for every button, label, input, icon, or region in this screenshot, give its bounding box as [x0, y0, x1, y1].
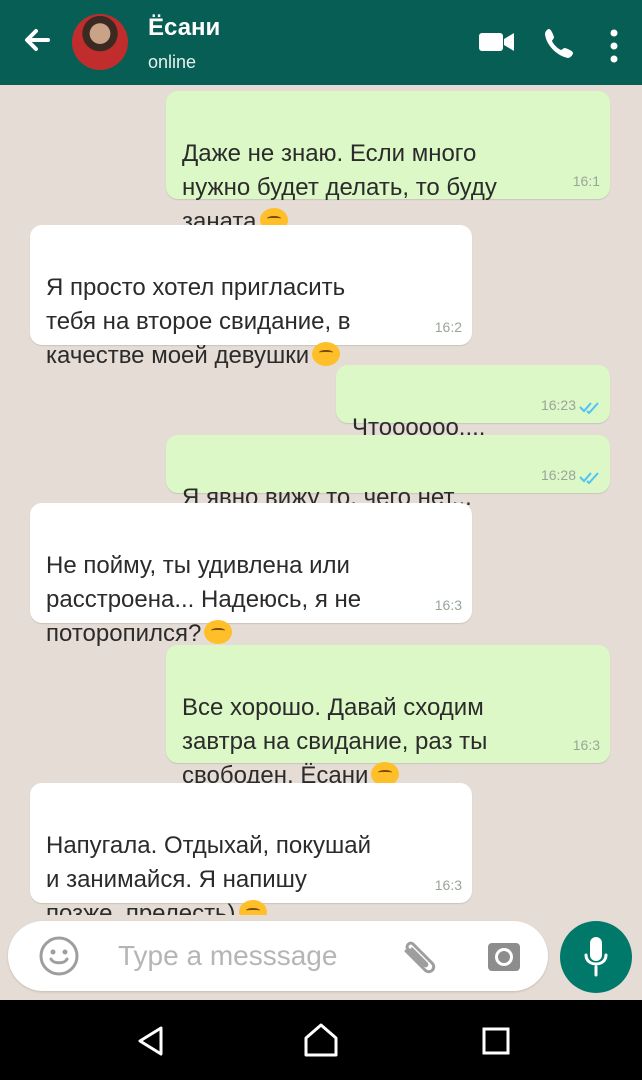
phone-call-icon[interactable]	[542, 26, 576, 60]
attach-icon[interactable]	[398, 937, 446, 977]
message-time: 16:23	[540, 397, 576, 413]
message-time: 16:3	[434, 597, 462, 613]
more-options-icon[interactable]	[605, 26, 623, 66]
message-time: 16:3	[572, 737, 600, 753]
message-text: Я просто хотел пригласить тебя на второе…	[46, 274, 351, 369]
android-nav-bar	[0, 1000, 642, 1080]
worried-face-emoji-icon	[204, 620, 233, 644]
message-bubble[interactable]: Чтоооооо.... 16:23	[336, 365, 610, 441]
smiling-face-emoji-icon	[312, 342, 341, 366]
composer-bar: Type a messsage	[0, 915, 642, 1000]
message-time: 16:2	[434, 319, 462, 335]
message-bubble[interactable]: Все хорошо. Давай сходим завтра на свида…	[166, 645, 610, 789]
read-receipt-icon	[579, 402, 599, 414]
emoji-icon[interactable]	[38, 935, 80, 977]
message-bubble[interactable]: Не пойму, ты удивлена или расстроена... …	[30, 503, 472, 647]
message-bubble[interactable]: Даже не знаю. Если много нужно будет дел…	[166, 91, 610, 235]
message-list: Даже не знаю. Если много нужно будет дел…	[0, 85, 642, 927]
recents-nav-icon[interactable]	[479, 1024, 513, 1058]
message-placeholder[interactable]: Type a messsage	[118, 940, 337, 972]
microphone-icon	[584, 937, 608, 977]
back-nav-icon[interactable]	[134, 1024, 168, 1058]
chat-header: Ёсани online	[0, 0, 642, 85]
message-text: Напугала. Отдыхай, покушай и занимайся. …	[46, 832, 371, 927]
message-text: Даже не знаю. Если много нужно будет дел…	[182, 140, 497, 235]
camera-icon[interactable]	[486, 939, 522, 973]
contact-status: online	[148, 52, 197, 72]
message-text: Все хорошо. Давай сходим завтра на свида…	[182, 694, 488, 789]
read-receipt-icon	[579, 472, 599, 484]
video-call-icon[interactable]	[477, 26, 517, 58]
microphone-button[interactable]	[560, 921, 632, 993]
contact-avatar[interactable]	[72, 14, 128, 70]
message-bubble[interactable]: Я просто хотел пригласить тебя на второе…	[30, 225, 472, 369]
message-input[interactable]: Type a messsage	[8, 921, 548, 991]
message-bubble[interactable]: Напугала. Отдыхай, покушай и занимайся. …	[30, 783, 472, 927]
message-time: 16:28	[540, 467, 576, 483]
contact-name[interactable]: Ёсани	[148, 14, 220, 42]
back-arrow-icon[interactable]	[18, 20, 58, 60]
message-bubble[interactable]: Я явно вижу то, чего нет... 16:28	[166, 435, 610, 511]
home-nav-icon[interactable]	[302, 1021, 340, 1059]
message-time: 16:1	[572, 173, 600, 189]
message-time: 16:3	[434, 877, 462, 893]
